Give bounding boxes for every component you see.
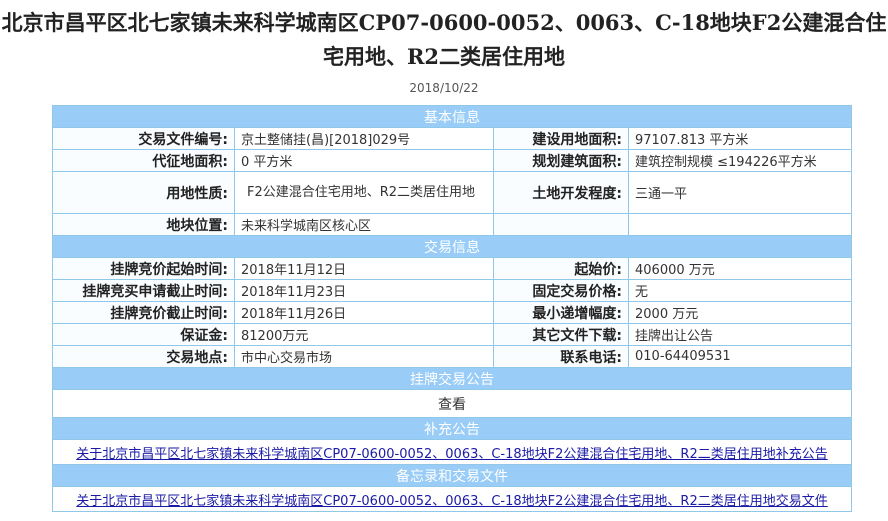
table-row: 用地性质: F2公建混合住宅用地、R2二类居住用地 土地开发程度: 三通一平 (52, 171, 852, 214)
field-label: 起始价: (493, 257, 629, 280)
section-header-basic: 基本信息 (52, 105, 852, 128)
table-row: 挂牌竞价截止时间: 2018年11月26日 最小递增幅度: 2000 万元 (52, 301, 852, 324)
section-header-trade: 交易信息 (52, 235, 852, 258)
field-label: 交易文件编号: (52, 127, 235, 150)
field-label: 交易地点: (52, 345, 235, 368)
field-label: 规划建筑面积: (493, 149, 629, 172)
field-value: 406000 万元 (628, 257, 852, 280)
table-row: 地块位置: 未来科学城南区核心区 (52, 213, 852, 236)
download-link[interactable]: 挂牌出让公告 (628, 323, 852, 346)
field-label: 挂牌竞价截止时间: (52, 301, 235, 324)
field-label: 挂牌竞价起始时间: (52, 257, 235, 280)
field-label: 挂牌竞买申请截止时间: (52, 279, 235, 302)
section-header-notice: 挂牌交易公告 (52, 367, 852, 390)
field-label: 地块位置: (52, 213, 235, 236)
field-value: 2018年11月12日 (234, 257, 494, 280)
field-label: 其它文件下载: (493, 323, 629, 346)
field-value: 97107.813 平方米 (628, 127, 852, 150)
view-notice-link[interactable]: 查看 (52, 389, 852, 418)
field-value: 三通一平 (628, 171, 852, 214)
trade-document-link[interactable]: 关于北京市昌平区北七家镇未来科学城南区CP07-0600-0052、0063、C… (76, 494, 827, 509)
field-value: 2018年11月26日 (234, 301, 494, 324)
table-row: 交易文件编号: 京土整储挂(昌)[2018]029号 建设用地面积: 97107.81… (52, 127, 852, 150)
field-value: 0 平方米 (234, 149, 494, 172)
table-row: 交易地点: 市中心交易市场 联系电话: 010-64409531 (52, 345, 852, 368)
field-label: 代征地面积: (52, 149, 235, 172)
supplement-notice-link[interactable]: 关于北京市昌平区北七家镇未来科学城南区CP07-0600-0052、0063、C… (76, 447, 827, 462)
field-value (628, 213, 852, 236)
field-label: 最小递增幅度: (493, 301, 629, 324)
table-row: 挂牌竞价起始时间: 2018年11月12日 起始价: 406000 万元 (52, 257, 852, 280)
field-value: 010-64409531 (628, 345, 852, 368)
field-label: 保证金: (52, 323, 235, 346)
table-row: 保证金: 81200万元 其它文件下载: 挂牌出让公告 (52, 323, 852, 346)
field-label: 建设用地面积: (493, 127, 629, 150)
table-row: 挂牌竞买申请截止时间: 2018年11月23日 固定交易价格: 无 (52, 279, 852, 302)
field-value: 无 (628, 279, 852, 302)
publish-date: 2018/10/22 (409, 81, 479, 95)
field-value: 81200万元 (234, 323, 494, 346)
field-label (493, 213, 629, 236)
field-value: 未来科学城南区核心区 (234, 213, 494, 236)
table-row: 代征地面积: 0 平方米 规划建筑面积: 建筑控制规模 ≤194226平方米 (52, 149, 852, 172)
field-value: 京土整储挂(昌)[2018]029号 (234, 127, 494, 150)
field-value: 市中心交易市场 (234, 345, 494, 368)
field-value: 2000 万元 (628, 301, 852, 324)
field-label: 固定交易价格: (493, 279, 629, 302)
page-title: 北京市昌平区北七家镇未来科学城南区CP07-0600-0052、0063、C-1… (1, 10, 887, 69)
field-value: 建筑控制规模 ≤194226平方米 (628, 149, 852, 172)
field-label: 用地性质: (52, 171, 235, 214)
field-value: 2018年11月23日 (234, 279, 494, 302)
field-label: 土地开发程度: (493, 171, 629, 214)
section-header-supplement: 补充公告 (52, 417, 852, 440)
field-label: 联系电话: (493, 345, 629, 368)
land-info-table: 基本信息 交易文件编号: 京土整储挂(昌)[2018]029号 建设用地面积: 971… (52, 105, 852, 512)
field-value: F2公建混合住宅用地、R2二类居住用地 (234, 171, 494, 214)
section-header-memo: 备忘录和交易文件 (52, 464, 852, 487)
